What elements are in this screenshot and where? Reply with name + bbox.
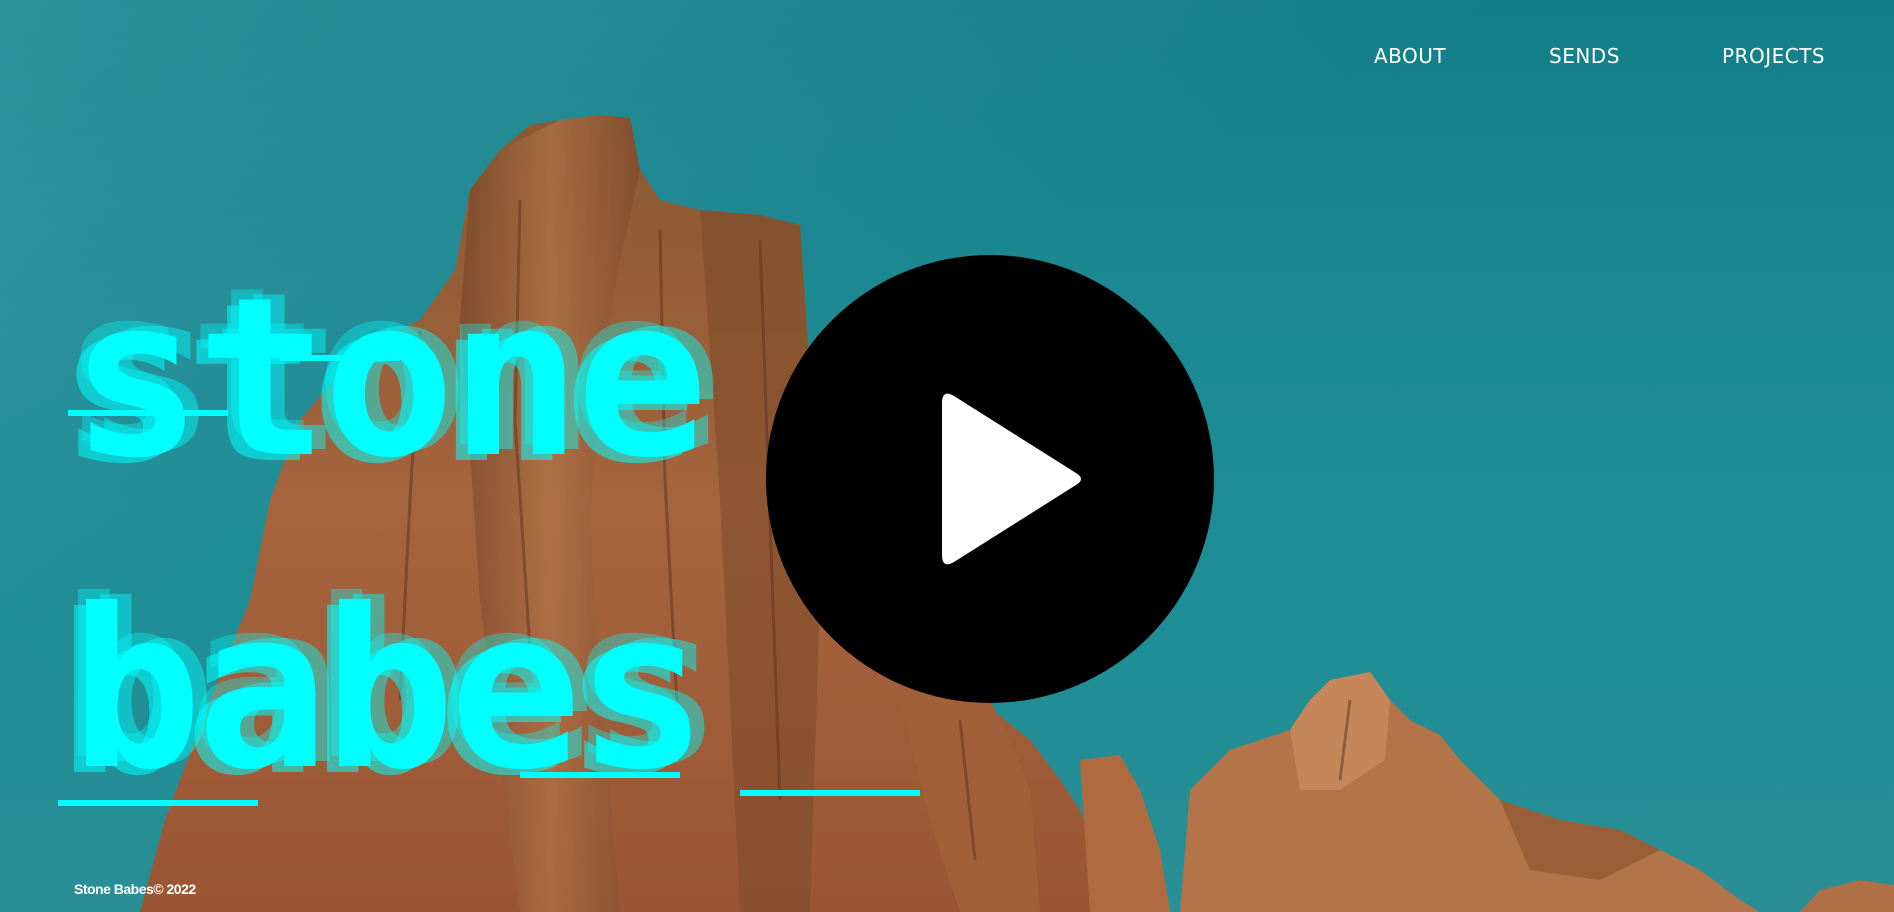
nav-projects-link[interactable]: PROJECTS	[1722, 44, 1825, 68]
footer-copyright: Stone Babes© 2022	[74, 881, 196, 897]
nav-about-link[interactable]: ABOUT	[1374, 44, 1446, 68]
glitch-bar	[740, 790, 920, 796]
glitch-bar	[280, 355, 400, 361]
hero-title-line-1: stone	[70, 250, 708, 506]
play-icon	[942, 393, 1081, 565]
video-play-button[interactable]	[766, 255, 1214, 703]
top-navigation: ABOUT SENDS PROJECTS	[0, 44, 1894, 74]
nav-sends-link[interactable]: SENDS	[1549, 44, 1620, 68]
glitch-bar	[58, 800, 258, 806]
hero-title-line-2: babes	[70, 562, 708, 818]
glitch-bar	[520, 772, 680, 778]
glitch-bar	[68, 410, 228, 416]
